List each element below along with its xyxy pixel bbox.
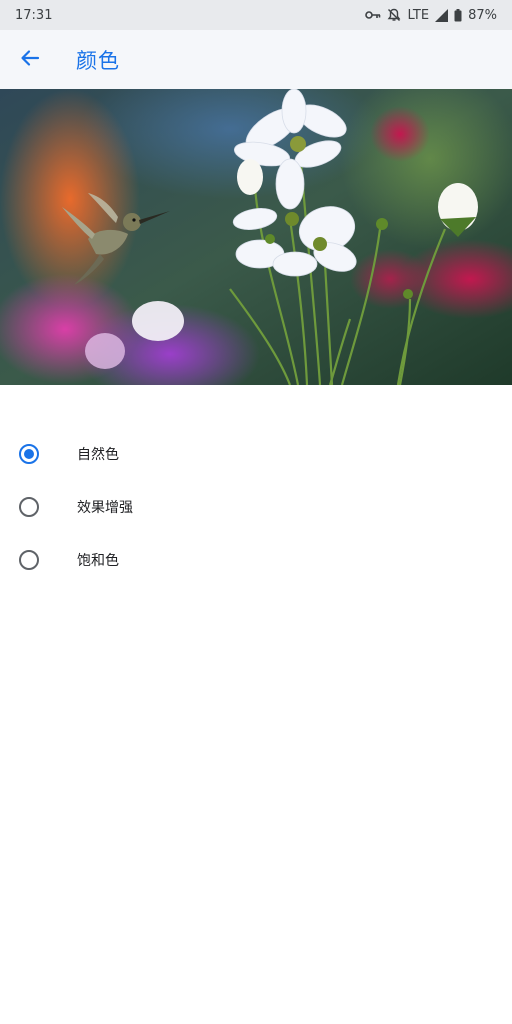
battery-percent: 87% (468, 7, 497, 23)
signal-icon (435, 8, 449, 22)
option-label: 饱和色 (77, 552, 119, 569)
app-bar: 颜色 (0, 30, 512, 89)
radio-dot (24, 448, 34, 459)
radio-button-checked[interactable] (19, 443, 39, 464)
page-title: 颜色 (76, 48, 120, 73)
preview-image (0, 89, 512, 385)
option-saturated[interactable]: 饱和色 (0, 533, 512, 586)
network-type: LTE (407, 7, 430, 23)
option-boosted[interactable]: 效果增强 (0, 480, 512, 533)
radio-button[interactable] (19, 496, 39, 517)
option-label: 效果增强 (77, 499, 133, 516)
color-mode-options: 自然色 效果增强 饱和色 (0, 427, 512, 586)
notifications-off-icon (387, 8, 401, 22)
status-time: 17:31 (15, 7, 53, 23)
option-label: 自然色 (77, 446, 119, 463)
arrow-back-icon (20, 48, 40, 72)
option-natural[interactable]: 自然色 (0, 427, 512, 480)
status-bar: 17:31 LTE 87% (0, 0, 512, 30)
status-icons: LTE 87% (365, 8, 497, 23)
radio-button[interactable] (19, 549, 39, 570)
vpn-key-icon (365, 9, 381, 21)
battery-icon (454, 8, 462, 22)
back-button[interactable] (0, 30, 60, 89)
